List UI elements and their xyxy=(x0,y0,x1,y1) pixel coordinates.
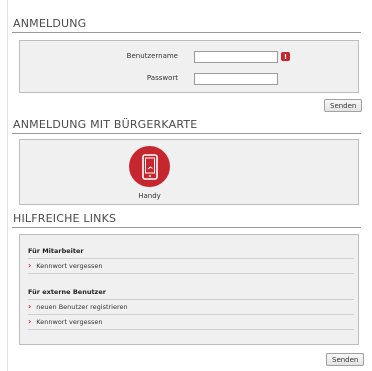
link-register-new-user[interactable]: › neuen Benutzer registrieren xyxy=(28,302,128,312)
link-forgot-password-external[interactable]: › Kennwort vergessen xyxy=(28,317,102,327)
login-submit-button[interactable]: Senden xyxy=(324,99,363,112)
links-section-divider xyxy=(12,227,361,228)
login-section-title: ANMELDUNG xyxy=(13,17,87,30)
group-divider xyxy=(28,273,354,274)
links-section-title: HILFREICHE LINKS xyxy=(13,212,117,225)
group-title-employees: Für Mitarbeiter xyxy=(28,247,84,255)
citizen-card-panel xyxy=(19,139,359,205)
username-label: Benutzername xyxy=(126,52,178,60)
login-section-divider xyxy=(12,32,361,33)
group-divider xyxy=(28,258,354,259)
citizen-card-section-divider xyxy=(12,133,361,134)
info-icon: ! xyxy=(281,52,290,61)
handy-login-button[interactable] xyxy=(129,146,170,187)
password-input[interactable] xyxy=(194,73,278,85)
group-divider xyxy=(28,299,354,300)
mobile-phone-icon xyxy=(141,153,158,180)
login-panel xyxy=(19,40,359,93)
links-submit-button[interactable]: Senden xyxy=(326,353,365,366)
username-input[interactable] xyxy=(194,51,278,63)
link-divider xyxy=(28,314,354,315)
handy-label: Handy xyxy=(138,192,161,200)
chevron-right-icon: › xyxy=(28,317,32,326)
chevron-right-icon: › xyxy=(28,302,32,311)
chevron-right-icon: › xyxy=(28,261,32,270)
link-label: neuen Benutzer registrieren xyxy=(36,303,128,311)
link-forgot-password-employees[interactable]: › Kennwort vergessen xyxy=(28,261,102,271)
password-label: Passwort xyxy=(146,74,178,82)
link-divider xyxy=(28,329,354,330)
page-left-border xyxy=(7,0,8,371)
link-label: Kennwort vergessen xyxy=(36,318,103,326)
group-title-external-users: Für externe Benutzer xyxy=(28,288,106,296)
citizen-card-section-title: ANMELDUNG MIT BÜRGERKARTE xyxy=(13,118,198,131)
link-label: Kennwort vergessen xyxy=(36,262,103,270)
